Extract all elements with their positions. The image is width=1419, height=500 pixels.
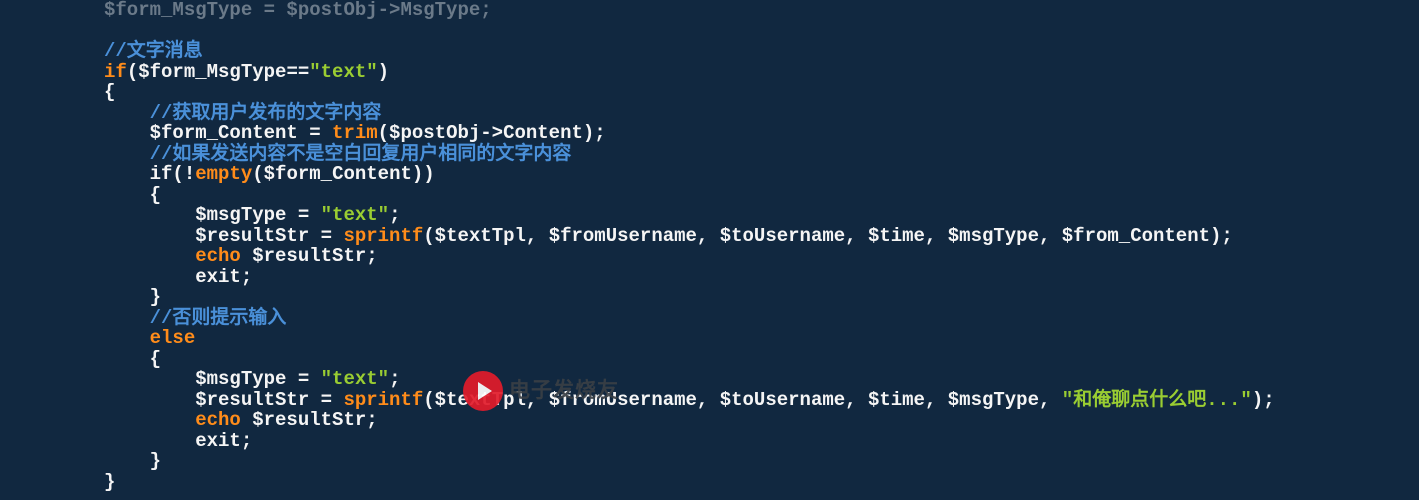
fn-sprintf-1: sprintf — [343, 225, 423, 247]
kw-else: else — [104, 327, 195, 349]
fn-empty: empty — [195, 163, 252, 185]
kw-echo-1: echo — [104, 245, 241, 267]
kw-if: if — [104, 61, 127, 83]
fn-trim: trim — [332, 122, 378, 144]
comment-else-prompt: //否则提示输入 — [104, 307, 286, 329]
comment-text-message: //文字消息 — [104, 40, 203, 62]
fn-sprintf-2: sprintf — [343, 389, 423, 411]
code-line-cut: $form_MsgType = $postObj->MsgType; — [104, 0, 492, 21]
comment-if-not-empty: //如果发送内容不是空白回复用户相同的文字内容 — [104, 143, 571, 165]
code-block: $form_MsgType = $postObj->MsgType; //文字消… — [0, 0, 1275, 492]
comment-get-content: //获取用户发布的文字内容 — [104, 102, 381, 124]
kw-echo-2: echo — [104, 409, 241, 431]
